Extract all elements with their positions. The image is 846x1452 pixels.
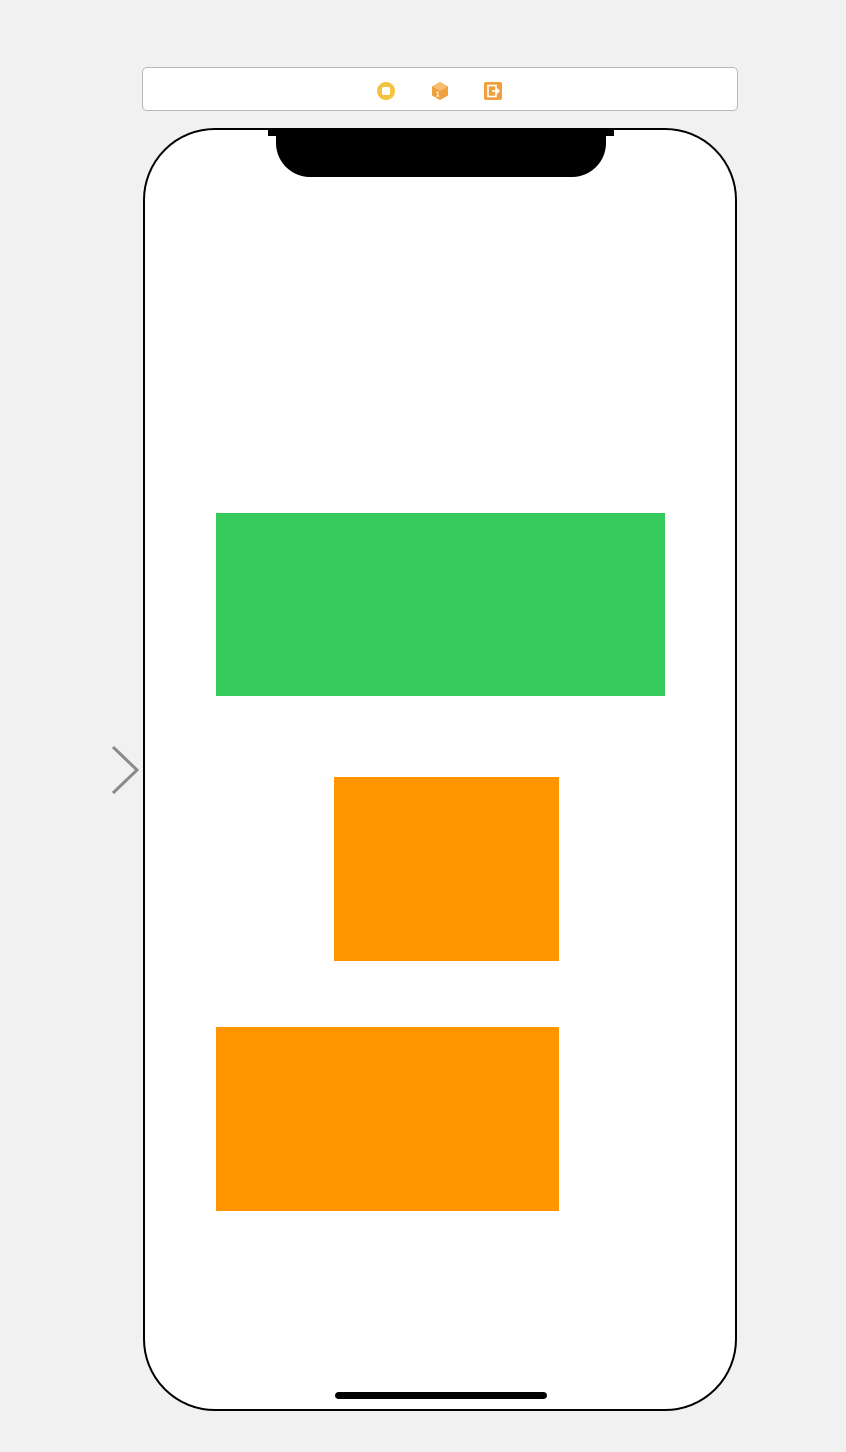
svg-text:1: 1 <box>436 92 440 99</box>
green-view[interactable] <box>216 513 665 696</box>
notch-ear-right <box>606 130 614 136</box>
notch-ear-left <box>268 130 276 136</box>
device-notch <box>276 130 606 177</box>
orange-view-1[interactable] <box>334 777 559 961</box>
view-controller-icon[interactable] <box>376 81 396 101</box>
exit-icon[interactable] <box>483 81 503 101</box>
first-responder-icon[interactable]: 1 <box>430 81 450 101</box>
home-indicator <box>335 1392 547 1399</box>
storyboard-canvas: { "colors": { "canvas_background": "#f1f… <box>0 0 846 1452</box>
entry-point-arrow-icon[interactable] <box>0 744 142 796</box>
device-screen <box>143 128 737 1411</box>
scene-dock: 1 <box>142 67 738 111</box>
orange-view-2[interactable] <box>216 1027 559 1211</box>
